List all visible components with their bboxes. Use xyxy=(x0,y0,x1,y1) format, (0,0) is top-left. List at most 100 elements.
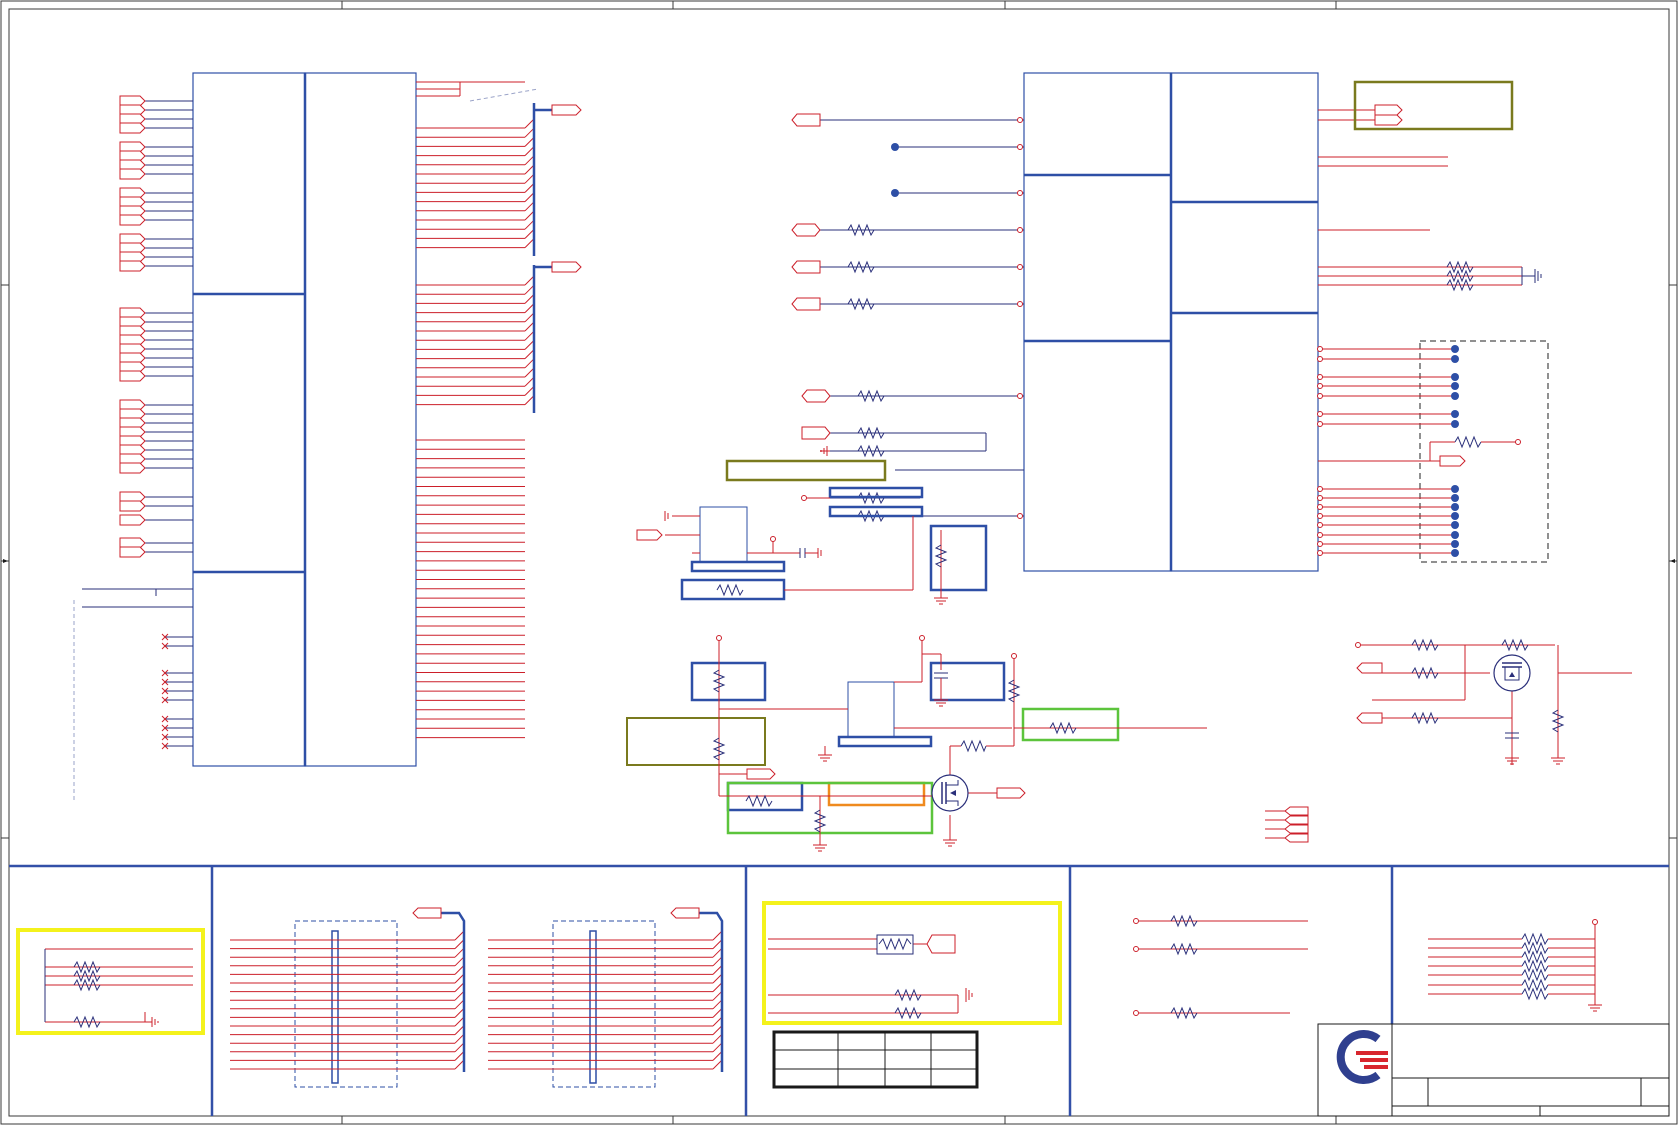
bus-entry xyxy=(524,294,535,304)
dashed-boundary xyxy=(294,920,398,1088)
bus-entry xyxy=(524,229,535,239)
bus-entry xyxy=(524,330,535,341)
resistor-icon xyxy=(1521,978,1549,992)
testpoint-icon xyxy=(1451,503,1459,511)
bus-entry xyxy=(712,1051,723,1061)
left-ic-input-pins xyxy=(119,95,193,558)
bus-entry xyxy=(524,321,535,332)
bus-entry xyxy=(524,192,535,202)
right-ic-left-connectors xyxy=(791,113,831,440)
pin-circle xyxy=(1317,541,1323,547)
off-page-connector-icon xyxy=(119,370,146,382)
testpoint-icon xyxy=(1451,345,1459,353)
bus-entry xyxy=(524,118,535,129)
pin-circle xyxy=(1317,383,1323,389)
lower-right-connectors xyxy=(1265,806,1309,843)
off-page-connector-icon xyxy=(119,500,146,512)
bus-entry xyxy=(712,956,723,967)
reset-ic-block xyxy=(680,486,988,601)
pin-circle xyxy=(1317,421,1323,427)
pin-circle xyxy=(1317,486,1323,492)
bus-entry xyxy=(454,982,465,992)
right-ic-right-signals xyxy=(1318,109,1522,286)
bus-rail xyxy=(441,911,466,1072)
bus-entry xyxy=(454,1033,465,1044)
bus-entry xyxy=(524,146,535,156)
bus-entry xyxy=(454,956,465,967)
pin-circle xyxy=(1317,550,1323,556)
bus-entry xyxy=(524,303,535,313)
pin-circle xyxy=(1592,919,1598,925)
bus-entry xyxy=(454,1042,465,1053)
bus-entry xyxy=(712,990,723,1001)
bus-entry xyxy=(524,238,535,248)
dashed-boundary xyxy=(552,920,656,1088)
bus-array-panel-a xyxy=(230,907,466,1088)
testpoint-icon xyxy=(1451,392,1459,400)
bus-entry xyxy=(524,349,535,359)
bus-array-panel-b xyxy=(488,907,724,1088)
bus-entry xyxy=(712,1059,723,1070)
testpoint-resistor xyxy=(1318,435,1521,467)
bus-entry xyxy=(524,367,535,378)
bus-entry xyxy=(454,965,465,975)
off-page-connector-icon xyxy=(119,462,146,474)
bus-entry xyxy=(454,990,465,1001)
off-page-connector-icon xyxy=(119,546,146,558)
bus-entry xyxy=(712,939,723,949)
bus-entry xyxy=(524,183,535,193)
company-logo-icon xyxy=(1336,1030,1388,1084)
testpoint-icon xyxy=(1451,531,1459,539)
bus-entry xyxy=(454,947,465,958)
bus-entry xyxy=(712,1016,723,1027)
pin-circle xyxy=(1317,346,1323,352)
bus-entry xyxy=(524,201,535,212)
power-switch-wires xyxy=(712,635,1207,852)
bus-entry xyxy=(524,386,535,396)
resistor-icon xyxy=(1521,987,1549,1001)
right-mosfet-circuit xyxy=(1355,638,1632,765)
pin-circle xyxy=(1317,504,1323,510)
schematic-sheet xyxy=(0,0,1678,1125)
resistor-icon xyxy=(1521,968,1549,982)
testpoint-icon xyxy=(1451,494,1459,502)
bus-entry xyxy=(454,1059,465,1070)
bus-entry xyxy=(712,1033,723,1044)
resistor-icon xyxy=(1521,959,1549,973)
pin-circle xyxy=(1317,513,1323,519)
olive-box-center xyxy=(725,459,920,482)
off-page-connector-icon xyxy=(119,122,146,134)
panel4-yellow-circuit xyxy=(762,901,1062,1025)
right-ic-junctions xyxy=(891,143,899,197)
testpoint-icon xyxy=(1451,420,1459,428)
main-ic-left xyxy=(192,72,417,767)
left-top-lines xyxy=(416,81,539,102)
right-mosfet xyxy=(1493,654,1531,692)
pin-circle xyxy=(1317,495,1323,501)
pin-circle xyxy=(1317,356,1323,362)
bus-entry xyxy=(712,999,723,1010)
bus-entry xyxy=(524,284,535,295)
testpoint-group xyxy=(1317,345,1459,557)
bus-entry xyxy=(524,275,535,286)
bus-entry xyxy=(454,1016,465,1027)
pin-circle xyxy=(1317,522,1323,528)
center-mosfet xyxy=(931,774,969,812)
off-page-connector-icon xyxy=(119,214,146,226)
left-ic-output-pins xyxy=(416,118,535,739)
bus-entry xyxy=(524,127,535,138)
testpoint-icon xyxy=(1451,521,1459,529)
right-ic-olive-box xyxy=(1353,80,1514,131)
testpoint-icon xyxy=(1451,382,1459,390)
left-nc-marks xyxy=(161,633,193,750)
bus-entry xyxy=(524,358,535,369)
testpoint-icon xyxy=(1451,512,1459,520)
bus-entry xyxy=(454,939,465,949)
bus-entry xyxy=(712,930,723,941)
bus-entry xyxy=(454,1008,465,1018)
bus-entry xyxy=(524,173,535,184)
testpoint-icon xyxy=(1451,549,1459,557)
bus-rail xyxy=(699,911,724,1072)
bus-entry xyxy=(712,982,723,992)
off-page-connector-icon xyxy=(412,907,442,919)
